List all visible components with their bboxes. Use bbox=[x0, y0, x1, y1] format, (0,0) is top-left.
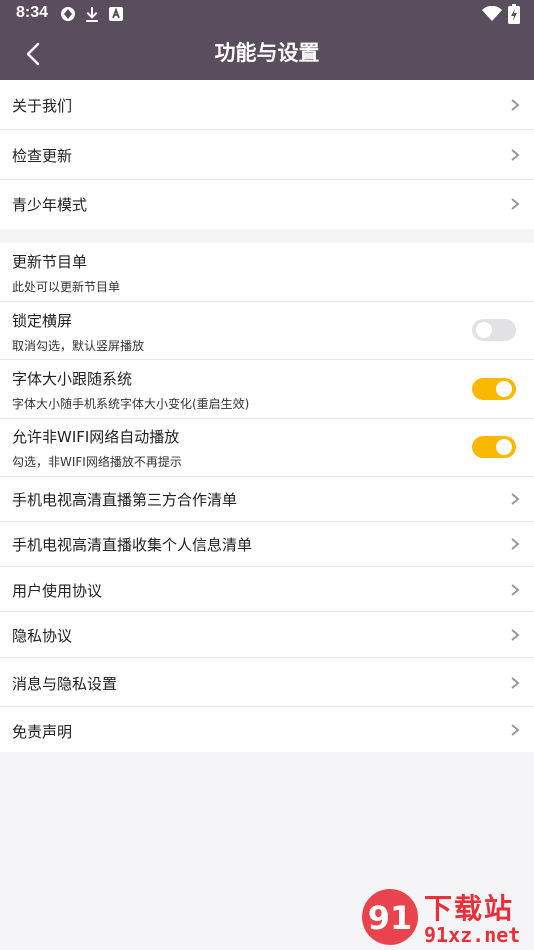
setting-non-wifi-autoplay: 允许非WIFI网络自动播放 勾选，非WIFI网络播放不再提示 bbox=[0, 419, 534, 477]
battery-icon bbox=[508, 4, 520, 24]
setting-label: 用户使用协议 bbox=[12, 582, 103, 600]
setting-message-privacy[interactable]: 消息与隐私设置 bbox=[0, 658, 534, 707]
wifi-icon bbox=[482, 6, 502, 21]
font-follow-toggle[interactable] bbox=[472, 378, 516, 400]
chevron-right-icon bbox=[511, 538, 520, 550]
setting-lock-landscape: 锁定横屏 取消勾选，默认竖屏播放 bbox=[0, 302, 534, 360]
setting-check-update[interactable]: 检查更新 bbox=[0, 130, 534, 180]
chevron-right-icon bbox=[511, 99, 520, 111]
lock-landscape-toggle[interactable] bbox=[472, 319, 516, 341]
app-notification-icon bbox=[109, 7, 123, 21]
setting-label: 允许非WIFI网络自动播放 bbox=[12, 428, 180, 446]
setting-font-follow-system: 字体大小跟随系统 字体大小随手机系统字体大小变化(重启生效) bbox=[0, 360, 534, 419]
toggle-knob bbox=[476, 322, 492, 338]
setting-update-menu[interactable]: 更新节目单 此处可以更新节目单 bbox=[0, 243, 534, 302]
status-time: 8:34 bbox=[16, 4, 49, 21]
download-icon bbox=[86, 7, 98, 22]
toggle-knob bbox=[496, 439, 512, 455]
setting-sublabel: 此处可以更新节目单 bbox=[12, 280, 121, 294]
top-app-bar: 8:34 功能与设置 bbox=[0, 0, 534, 80]
setting-label: 消息与隐私设置 bbox=[12, 675, 118, 693]
setting-label: 青少年模式 bbox=[12, 196, 88, 214]
vpn-shield-icon bbox=[61, 7, 75, 21]
setting-label: 检查更新 bbox=[12, 147, 73, 165]
setting-label: 免责声明 bbox=[12, 723, 73, 741]
setting-disclaimer[interactable]: 免责声明 bbox=[0, 707, 534, 752]
setting-sublabel: 字体大小随手机系统字体大小变化(重启生效) bbox=[12, 397, 250, 411]
chevron-right-icon bbox=[511, 493, 520, 505]
setting-label: 关于我们 bbox=[12, 97, 73, 115]
setting-user-agreement[interactable]: 用户使用协议 bbox=[0, 567, 534, 612]
watermark-text: 下载站 bbox=[424, 892, 515, 925]
page-title: 功能与设置 bbox=[214, 41, 320, 65]
setting-sublabel: 勾选，非WIFI网络播放不再提示 bbox=[12, 455, 182, 469]
setting-label: 隐私协议 bbox=[12, 627, 73, 645]
setting-label: 手机电视高清直播第三方合作清单 bbox=[12, 491, 238, 509]
setting-label: 锁定横屏 bbox=[12, 312, 73, 330]
non-wifi-autoplay-toggle[interactable] bbox=[472, 436, 516, 458]
header: 功能与设置 bbox=[0, 28, 534, 80]
chevron-right-icon bbox=[511, 584, 520, 596]
watermark-logo-icon: 91 bbox=[362, 889, 418, 945]
chevron-right-icon bbox=[511, 724, 520, 736]
chevron-right-icon bbox=[511, 198, 520, 210]
watermark-domain: 91xz.net bbox=[424, 923, 521, 947]
setting-teen-mode[interactable]: 青少年模式 bbox=[0, 180, 534, 229]
setting-about-us[interactable]: 关于我们 bbox=[0, 80, 534, 130]
setting-personal-info-list[interactable]: 手机电视高清直播收集个人信息清单 bbox=[0, 522, 534, 567]
setting-label: 手机电视高清直播收集个人信息清单 bbox=[12, 536, 253, 554]
chevron-right-icon bbox=[511, 677, 520, 689]
chevron-right-icon bbox=[511, 629, 520, 641]
toggle-knob bbox=[496, 381, 512, 397]
watermark: 91 下载站 91xz.net bbox=[360, 885, 534, 950]
setting-third-party-list[interactable]: 手机电视高清直播第三方合作清单 bbox=[0, 477, 534, 522]
status-bar: 8:34 bbox=[0, 0, 534, 28]
setting-label: 字体大小跟随系统 bbox=[12, 370, 133, 388]
setting-privacy-agreement[interactable]: 隐私协议 bbox=[0, 612, 534, 658]
setting-label: 更新节目单 bbox=[12, 253, 88, 271]
setting-sublabel: 取消勾选，默认竖屏播放 bbox=[12, 339, 145, 353]
chevron-right-icon bbox=[511, 149, 520, 161]
svg-text:91: 91 bbox=[368, 899, 413, 937]
